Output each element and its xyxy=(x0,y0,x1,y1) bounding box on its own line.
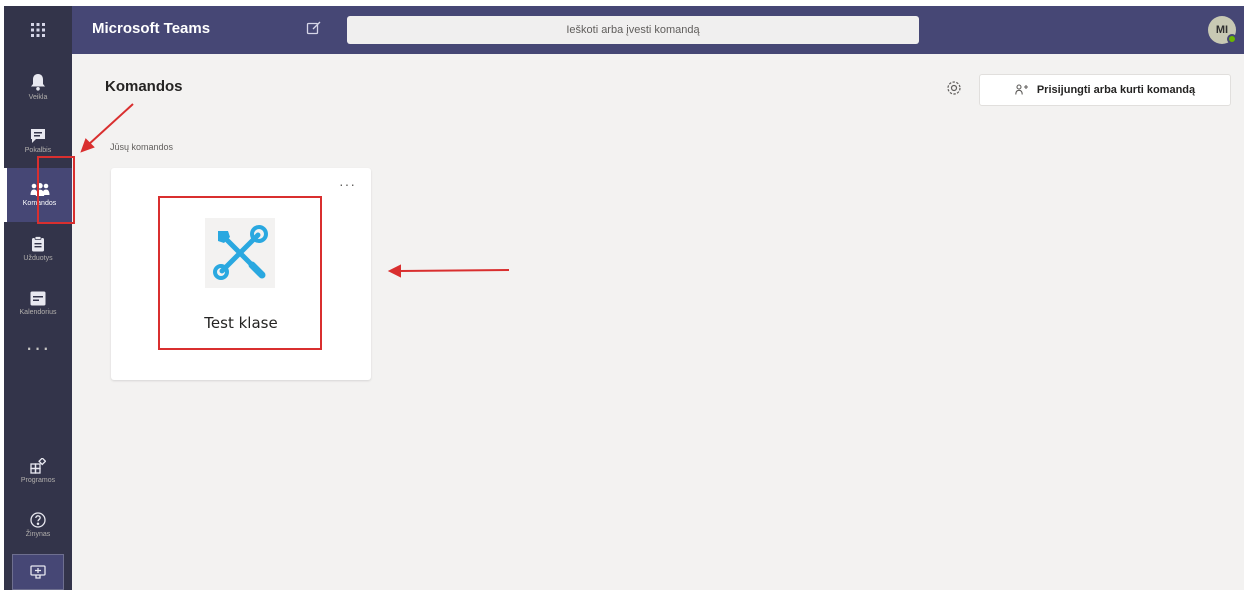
app-launcher-button[interactable] xyxy=(4,6,72,54)
rail-item-teams[interactable]: Komandos xyxy=(4,168,72,222)
rail-item-activity[interactable]: Veikla xyxy=(4,60,72,114)
rail-item-label: Komandos xyxy=(22,200,57,207)
app-title: Microsoft Teams xyxy=(92,20,211,37)
rail-item-assignments[interactable]: Užduotys xyxy=(4,222,72,276)
compose-icon xyxy=(306,21,321,35)
presence-status-icon xyxy=(1227,34,1237,44)
rail-item-help[interactable]: Žinynas xyxy=(4,498,72,552)
rail-item-label: Kalendorius xyxy=(19,308,57,316)
teams-window: Microsoft Teams Ieškoti arba įvesti koma… xyxy=(4,6,1244,590)
settings-button[interactable] xyxy=(946,80,964,98)
title-bar: Microsoft Teams Ieškoti arba įvesti koma… xyxy=(4,6,1244,54)
page-title: Komandos xyxy=(105,78,183,95)
join-button-label: Prisijungti arba kurti komandą xyxy=(1036,84,1196,96)
rail-item-label: Žinynas xyxy=(25,531,51,538)
section-label: Jūsų komandos xyxy=(110,142,174,152)
team-card[interactable]: ··· Test klase xyxy=(111,168,371,380)
rail-item-chat[interactable]: Pokalbis xyxy=(4,114,72,168)
waffle-icon xyxy=(31,23,45,37)
team-name: Test klase xyxy=(204,314,278,332)
feedback-icon xyxy=(30,565,46,579)
chat-icon xyxy=(31,129,45,143)
more-apps-button[interactable]: ··· xyxy=(4,337,72,374)
rail-item-label: Užduotys xyxy=(23,255,53,262)
rail-item-label: Veikla xyxy=(28,94,48,101)
team-avatar xyxy=(205,218,275,288)
search-input[interactable]: Ieškoti arba įvesti komandą xyxy=(347,16,919,44)
tools-icon xyxy=(213,225,268,280)
help-icon xyxy=(30,512,46,528)
feedback-button[interactable] xyxy=(12,554,64,590)
add-team-icon xyxy=(1015,84,1028,95)
calendar-icon xyxy=(30,291,46,305)
compose-button[interactable] xyxy=(306,20,326,40)
rail-item-calendar[interactable]: Kalendorius xyxy=(4,276,72,330)
gear-icon xyxy=(947,81,961,95)
team-options-button[interactable]: ··· xyxy=(339,176,356,192)
app-bar: Veikla Pokalbis Komandos Užduotys Kalend… xyxy=(4,54,72,590)
rail-item-label: Pokalbis xyxy=(24,147,52,154)
assignments-icon xyxy=(32,236,44,252)
rail-item-label: Programos xyxy=(20,477,56,484)
apps-grid-icon xyxy=(30,458,46,474)
teams-icon xyxy=(30,183,49,196)
bell-icon xyxy=(31,74,45,91)
rail-item-apps[interactable]: Programos xyxy=(4,444,72,498)
join-or-create-team-button[interactable]: Prisijungti arba kurti komandą xyxy=(979,74,1231,106)
